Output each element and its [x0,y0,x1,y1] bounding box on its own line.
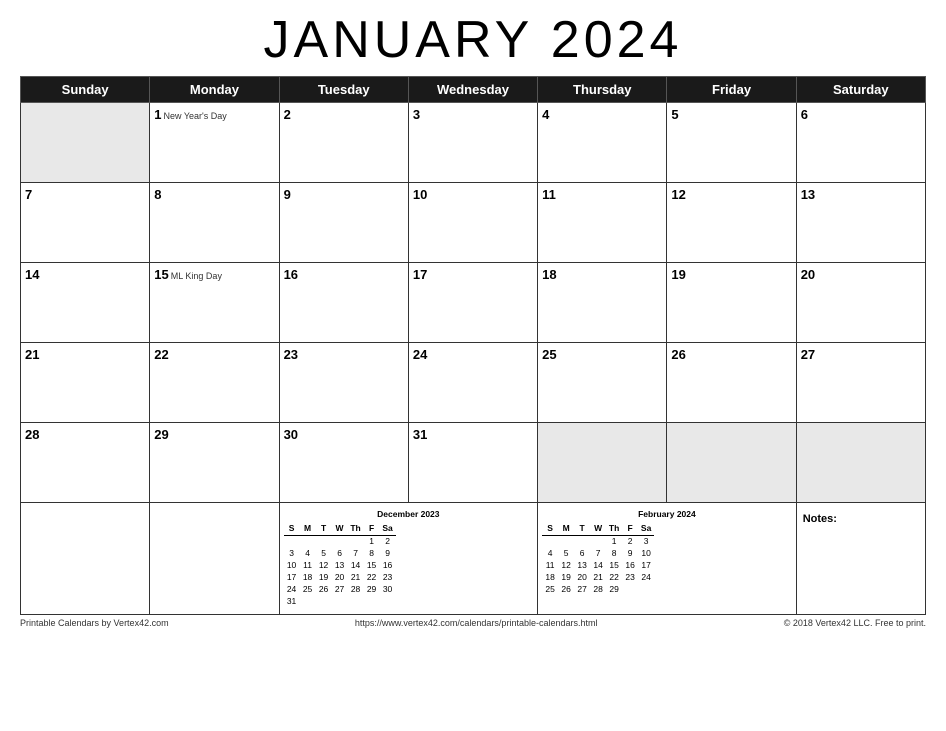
day-number: 22 [154,347,168,362]
day-number: 10 [413,187,427,202]
footer: Printable Calendars by Vertex42.com http… [20,618,926,628]
day-number: 14 [25,267,39,282]
day-number: 29 [154,427,168,442]
day-number: 7 [25,187,32,202]
day-number: 24 [413,347,427,362]
calendar-cell: 30 [279,423,408,503]
calendar-cell: 21 [21,343,150,423]
day-number: 1 [154,107,161,122]
day-header: Monday [150,77,279,103]
day-number: 26 [671,347,685,362]
calendar-cell: 27 [796,343,925,423]
mini-calendar-feb: February 2024SMTWThFSa123456789101112131… [538,503,797,615]
day-number: 15 [154,267,168,282]
calendar-cell: 10 [408,183,537,263]
calendar-cell [667,423,796,503]
week-row: 1New Year's Day 2 3 4 5 6 [21,103,926,183]
calendar-cell: 3 [408,103,537,183]
calendar-table: SundayMondayTuesdayWednesdayThursdayFrid… [20,76,926,615]
bottom-row: December 2023SMTWThFSa123456789101112131… [21,503,926,615]
week-row: 21 22 23 24 25 26 27 [21,343,926,423]
calendar-cell: 12 [667,183,796,263]
calendar-cell: 26 [667,343,796,423]
calendar-cell: 17 [408,263,537,343]
mini-calendar-dec: December 2023SMTWThFSa123456789101112131… [279,503,538,615]
day-number: 17 [413,267,427,282]
calendar-cell: 31 [408,423,537,503]
day-number: 2 [284,107,291,122]
day-header: Saturday [796,77,925,103]
day-number: 8 [154,187,161,202]
day-header: Sunday [21,77,150,103]
day-number: 9 [284,187,291,202]
day-number: 20 [801,267,815,282]
day-number: 16 [284,267,298,282]
calendar-cell: 20 [796,263,925,343]
day-number: 31 [413,427,427,442]
calendar-cell: 28 [21,423,150,503]
calendar-cell: 14 [21,263,150,343]
day-number: 5 [671,107,678,122]
calendar-cell: 18 [538,263,667,343]
holiday-label: New Year's Day [164,111,227,121]
calendar-cell: 23 [279,343,408,423]
calendar-cell: 22 [150,343,279,423]
calendar-cell [538,423,667,503]
calendar-cell: 25 [538,343,667,423]
day-number: 21 [25,347,39,362]
day-number: 3 [413,107,420,122]
calendar-cell: 7 [21,183,150,263]
calendar-cell [21,103,150,183]
day-header: Wednesday [408,77,537,103]
days-header-row: SundayMondayTuesdayWednesdayThursdayFrid… [21,77,926,103]
calendar-cell: 8 [150,183,279,263]
day-number: 6 [801,107,808,122]
day-header: Friday [667,77,796,103]
day-number: 11 [542,187,556,202]
bottom-empty-cell [21,503,150,615]
calendar-cell: 16 [279,263,408,343]
calendar-cell: 6 [796,103,925,183]
day-number: 23 [284,347,298,362]
calendar-cell: 19 [667,263,796,343]
day-number: 28 [25,427,39,442]
calendar-cell: 2 [279,103,408,183]
footer-center: https://www.vertex42.com/calendars/print… [355,618,598,628]
calendar-cell: 1New Year's Day [150,103,279,183]
calendar-cell: 24 [408,343,537,423]
day-header: Thursday [538,77,667,103]
calendar-cell: 5 [667,103,796,183]
calendar-cell: 11 [538,183,667,263]
page-title: JANUARY 2024 [20,10,926,70]
week-row: 7 8 9 10 11 12 13 [21,183,926,263]
bottom-empty-cell [150,503,279,615]
footer-right: © 2018 Vertex42 LLC. Free to print. [784,618,926,628]
calendar-cell: 15ML King Day [150,263,279,343]
notes-cell: Notes: [796,503,925,615]
notes-label: Notes: [803,513,837,525]
calendar-cell: 13 [796,183,925,263]
week-row: 28 29 30 31 [21,423,926,503]
day-number: 13 [801,187,815,202]
day-number: 18 [542,267,556,282]
day-number: 12 [671,187,685,202]
day-header: Tuesday [279,77,408,103]
calendar-cell: 29 [150,423,279,503]
calendar-cell: 4 [538,103,667,183]
day-number: 19 [671,267,685,282]
day-number: 25 [542,347,556,362]
footer-left: Printable Calendars by Vertex42.com [20,618,169,628]
day-number: 4 [542,107,549,122]
holiday-label: ML King Day [171,271,222,281]
calendar-cell [796,423,925,503]
day-number: 27 [801,347,815,362]
week-row: 14 15ML King Day 16 17 18 19 20 [21,263,926,343]
calendar-cell: 9 [279,183,408,263]
day-number: 30 [284,427,298,442]
